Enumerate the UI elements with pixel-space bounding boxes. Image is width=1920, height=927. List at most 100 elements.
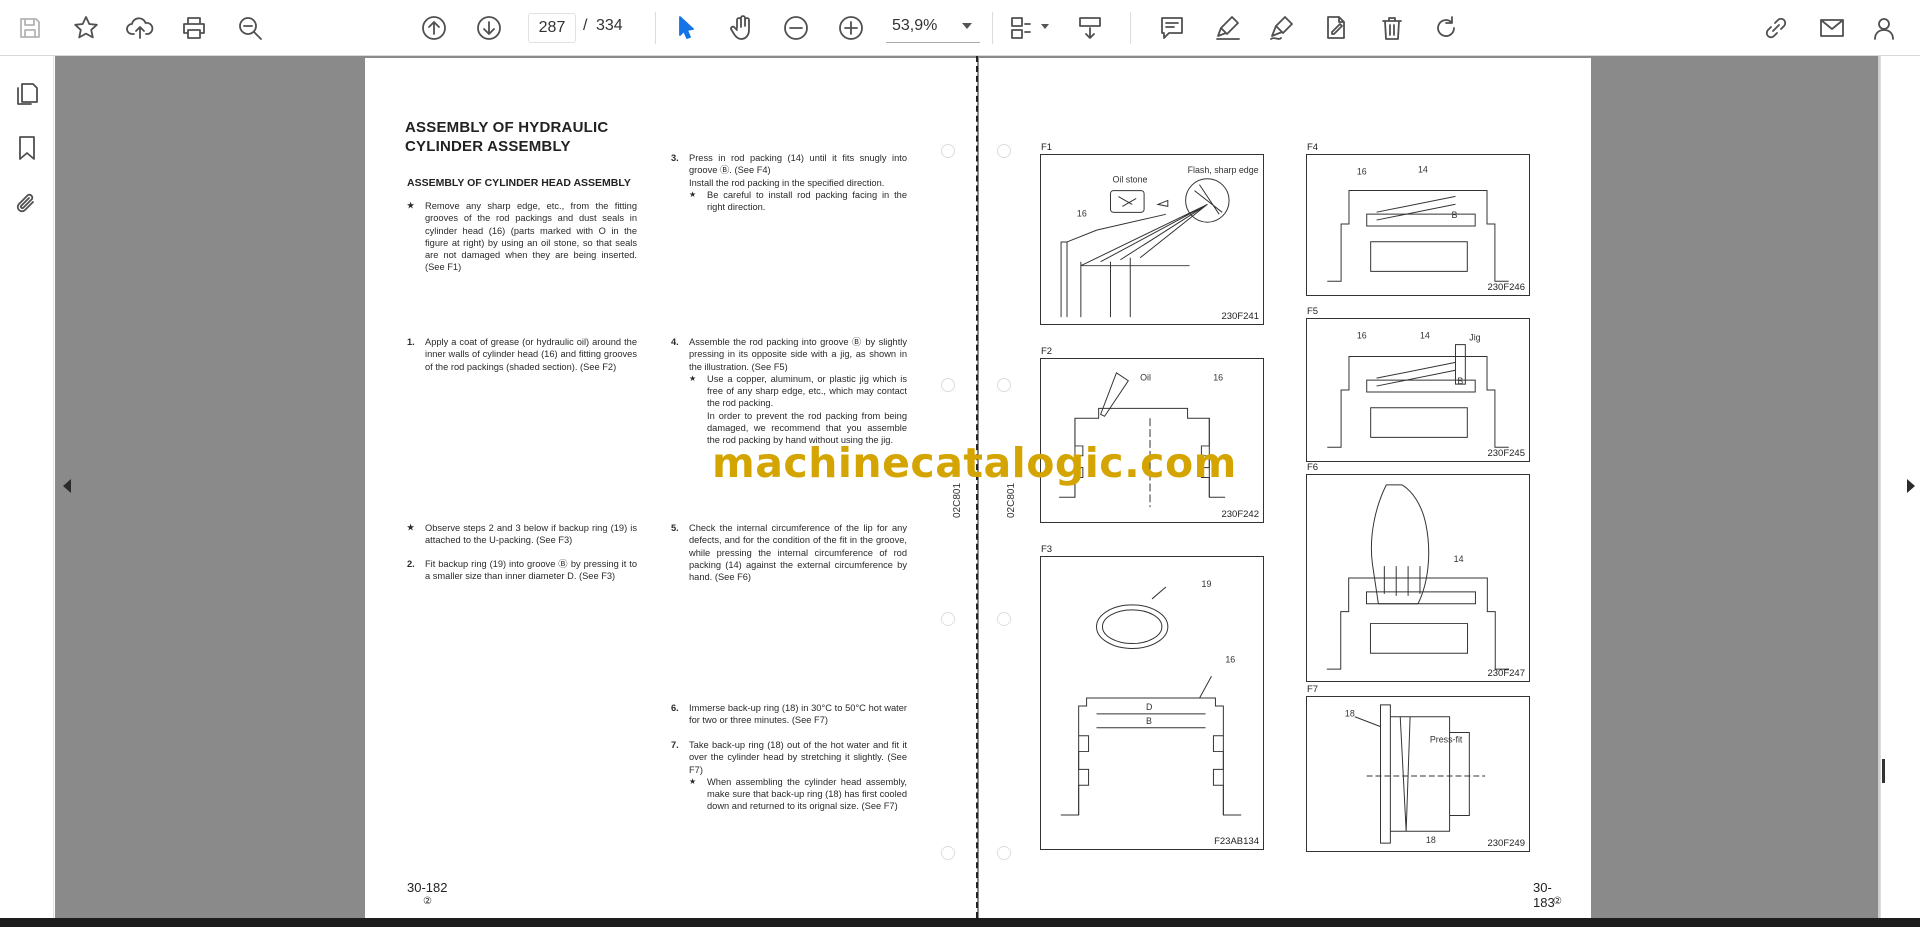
- bottom-bar: [0, 918, 1920, 927]
- document-viewer[interactable]: ASSEMBLY OF HYDRAULIC CYLINDER ASSEMBLY …: [55, 56, 1880, 918]
- zoom-search-icon[interactable]: [232, 10, 268, 46]
- pdf-page-right: 02C801 F1 Oil stone Flash, sharp edge 16…: [979, 58, 1591, 918]
- bookmark-icon[interactable]: [9, 130, 45, 166]
- step-4: 4. Assemble the rod packing into groove …: [671, 336, 907, 447]
- save-icon[interactable]: [12, 10, 48, 46]
- svg-text:14: 14: [1418, 165, 1428, 175]
- figure-code: 230F249: [1487, 838, 1525, 849]
- note-2: ★ Observe steps 2 and 3 below if backup …: [407, 523, 637, 546]
- sign-icon[interactable]: [1264, 10, 1300, 46]
- subsection-title: ASSEMBLY OF CYLINDER HEAD ASSEMBLY: [407, 177, 631, 189]
- figure-label: F2: [1041, 346, 1053, 357]
- note-1: ★ Remove any sharp edge, etc., from the …: [407, 201, 637, 273]
- svg-text:16: 16: [1213, 373, 1223, 383]
- svg-text:18: 18: [1345, 709, 1355, 719]
- main-toolbar: / 334 53,9%: [0, 0, 1920, 56]
- figure-f4: 16 14 B 230F246: [1306, 154, 1530, 296]
- step-1: 1. Apply a coat of grease (or hydraulic …: [407, 337, 637, 372]
- svg-text:16: 16: [1077, 208, 1087, 218]
- svg-text:Press-fit: Press-fit: [1430, 734, 1463, 744]
- watermark-text: machinecatalogic.com: [712, 439, 1237, 487]
- svg-text:Jig: Jig: [1469, 333, 1480, 343]
- figure-label: F7: [1307, 684, 1319, 695]
- figure-code: F23AB134: [1214, 836, 1259, 847]
- figure-label: F6: [1307, 462, 1319, 473]
- svg-text:Oil stone: Oil stone: [1112, 175, 1147, 185]
- comment-icon[interactable]: [1154, 10, 1190, 46]
- svg-text:14: 14: [1454, 554, 1464, 564]
- left-navigation-rail: [0, 56, 54, 918]
- svg-text:16: 16: [1225, 654, 1235, 664]
- step-7: 7. Take back-up ring (18) out of the hot…: [671, 739, 907, 813]
- svg-text:18: 18: [1426, 835, 1436, 845]
- account-icon[interactable]: [1868, 10, 1904, 46]
- page-number-input[interactable]: [528, 13, 576, 43]
- figure-label: F3: [1041, 544, 1053, 555]
- zoom-value: 53,9%: [892, 17, 938, 34]
- figure-code: 230F246: [1487, 282, 1525, 293]
- delete-icon[interactable]: [1374, 10, 1410, 46]
- share-link-icon[interactable]: [1758, 10, 1794, 46]
- chevron-down-icon[interactable]: [962, 23, 972, 29]
- figure-code: 230F247: [1487, 668, 1525, 679]
- revision-mark: ②: [1553, 896, 1562, 907]
- figure-f6: 14 230F247: [1306, 474, 1530, 682]
- attachment-icon[interactable]: [9, 186, 45, 222]
- figure-label: F1: [1041, 142, 1053, 153]
- figure-code: 230F241: [1221, 311, 1259, 322]
- scroll-mode-icon[interactable]: [1072, 10, 1108, 46]
- star-icon[interactable]: [68, 10, 104, 46]
- collapse-left-panel-icon[interactable]: [63, 479, 71, 493]
- scrollbar-thumb[interactable]: [1882, 759, 1885, 783]
- section-title-line1: ASSEMBLY OF HYDRAULIC: [405, 119, 609, 136]
- section-title-line2: CYLINDER ASSEMBLY: [405, 138, 571, 155]
- figure-f7: 18 Press-fit 18 230F249: [1306, 696, 1530, 852]
- vertical-code: 02C801: [952, 482, 963, 518]
- svg-text:19: 19: [1202, 579, 1212, 589]
- email-icon[interactable]: [1814, 10, 1850, 46]
- page-separator: /: [583, 17, 588, 34]
- rotate-icon[interactable]: [1428, 10, 1464, 46]
- page-up-icon[interactable]: [416, 10, 452, 46]
- star-icon: ★: [407, 201, 415, 210]
- page-number: 30-182: [407, 880, 448, 895]
- step-3: 3. Press in rod packing (14) until it fi…: [671, 152, 907, 213]
- svg-text:16: 16: [1357, 331, 1367, 341]
- figure-f3: 19 16 D B F23AB134: [1040, 556, 1264, 850]
- figure-f1: Oil stone Flash, sharp edge 16 230F241: [1040, 154, 1264, 325]
- highlight-icon[interactable]: [1210, 10, 1246, 46]
- figure-code: 230F245: [1487, 448, 1525, 459]
- right-panel-strip: [1880, 56, 1920, 918]
- print-icon[interactable]: [176, 10, 212, 46]
- zoom-in-icon[interactable]: [833, 10, 869, 46]
- page-total: 334: [596, 17, 623, 34]
- svg-text:14: 14: [1420, 331, 1430, 341]
- vertical-code: 02C801: [1006, 482, 1017, 518]
- figure-f5: 16 14 Jig B 230F245: [1306, 318, 1530, 462]
- svg-text:B: B: [1457, 376, 1463, 386]
- svg-text:Flash, sharp edge: Flash, sharp edge: [1188, 165, 1259, 175]
- step-2: 2. Fit backup ring (19) into groove Ⓑ by…: [407, 559, 637, 582]
- svg-text:D: D: [1146, 702, 1152, 712]
- select-cursor-icon[interactable]: [668, 10, 704, 46]
- page-down-icon[interactable]: [471, 10, 507, 46]
- expand-right-panel-icon[interactable]: [1907, 479, 1915, 493]
- hand-icon[interactable]: [724, 10, 760, 46]
- page-gutter-divider: [976, 56, 978, 918]
- fit-page-icon[interactable]: [1004, 10, 1040, 46]
- upload-icon[interactable]: [122, 10, 158, 46]
- svg-text:B: B: [1146, 716, 1152, 726]
- edit-pdf-icon[interactable]: [1318, 10, 1354, 46]
- svg-text:B: B: [1452, 210, 1458, 220]
- step-6: 6. Immerse back-up ring (18) in 30°C to …: [671, 703, 907, 726]
- chevron-down-icon[interactable]: [1041, 24, 1049, 29]
- star-icon: ★: [407, 523, 415, 532]
- figure-label: F4: [1307, 142, 1319, 153]
- zoom-out-icon[interactable]: [778, 10, 814, 46]
- svg-text:Oil: Oil: [1140, 373, 1151, 383]
- pages-icon[interactable]: [9, 76, 45, 112]
- step-5: 5. Check the internal circumference of t…: [671, 523, 907, 583]
- figure-code: 230F242: [1221, 509, 1259, 520]
- pdf-page-left: ASSEMBLY OF HYDRAULIC CYLINDER ASSEMBLY …: [365, 58, 977, 918]
- figure-label: F5: [1307, 306, 1319, 317]
